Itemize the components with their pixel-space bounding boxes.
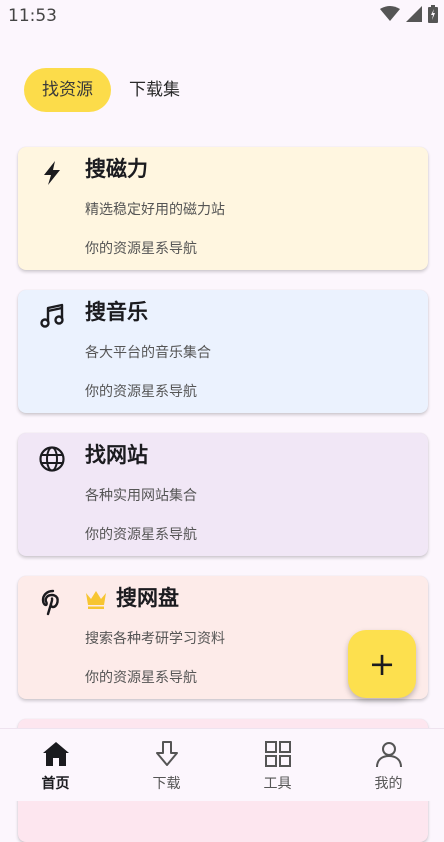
person-icon [375,742,402,768]
plus-icon: + [368,645,396,683]
card-subtitle: 各种实用网站集合 [85,488,197,504]
wifi-icon [380,6,400,21]
pinterest-icon [41,589,59,616]
card-subtitle: 精选稳定好用的磁力站 [85,202,225,218]
resource-tabs: 找资源 下载集 [24,68,198,112]
bottom-nav: 首页 下载 工具 我的 [0,728,444,801]
card-magnet-search[interactable]: 搜磁力 精选稳定好用的磁力站 你的资源星系导航 [18,147,428,270]
card-title: 找网站 [85,443,148,467]
status-time: 11:53 [8,6,57,26]
card-title: 搜网盘 [116,586,179,610]
home-icon [42,742,69,766]
nav-label: 工具 [263,776,292,792]
card-tagline: 你的资源星系导航 [85,670,197,686]
card-subtitle: 搜索各种考研学习资料 [85,631,225,647]
download-icon [155,741,178,766]
card-tagline: 你的资源星系导航 [85,527,197,543]
card-subtitle: 各大平台的音乐集合 [85,345,211,361]
nav-item-download[interactable]: 下载 [111,729,222,801]
card-tagline: 你的资源星系导航 [85,241,197,257]
crown-icon [86,591,106,609]
bolt-icon [44,161,60,185]
nav-label: 我的 [374,776,403,792]
nav-item-tools[interactable]: 工具 [222,729,333,801]
nav-item-profile[interactable]: 我的 [333,729,444,801]
status-icons [380,5,438,23]
music-note-icon [40,303,64,328]
grid-icon [264,741,291,767]
card-music-search[interactable]: 搜音乐 各大平台的音乐集合 你的资源星系导航 [18,290,428,413]
status-bar: 11:53 [0,0,444,32]
nav-item-home[interactable]: 首页 [0,729,111,801]
card-title: 搜音乐 [85,300,148,324]
tab-download-collection[interactable]: 下载集 [111,68,198,112]
card-find-websites[interactable]: 找网站 各种实用网站集合 你的资源星系导航 [18,433,428,556]
add-fab-button[interactable]: + [348,630,416,698]
card-title: 搜磁力 [85,157,148,181]
tab-find-resources[interactable]: 找资源 [24,68,111,112]
nav-label: 首页 [41,776,70,792]
signal-icon [406,6,422,22]
card-tagline: 你的资源星系导航 [85,384,197,400]
battery-icon [428,5,438,23]
nav-label: 下载 [152,776,181,792]
globe-icon [39,446,65,472]
